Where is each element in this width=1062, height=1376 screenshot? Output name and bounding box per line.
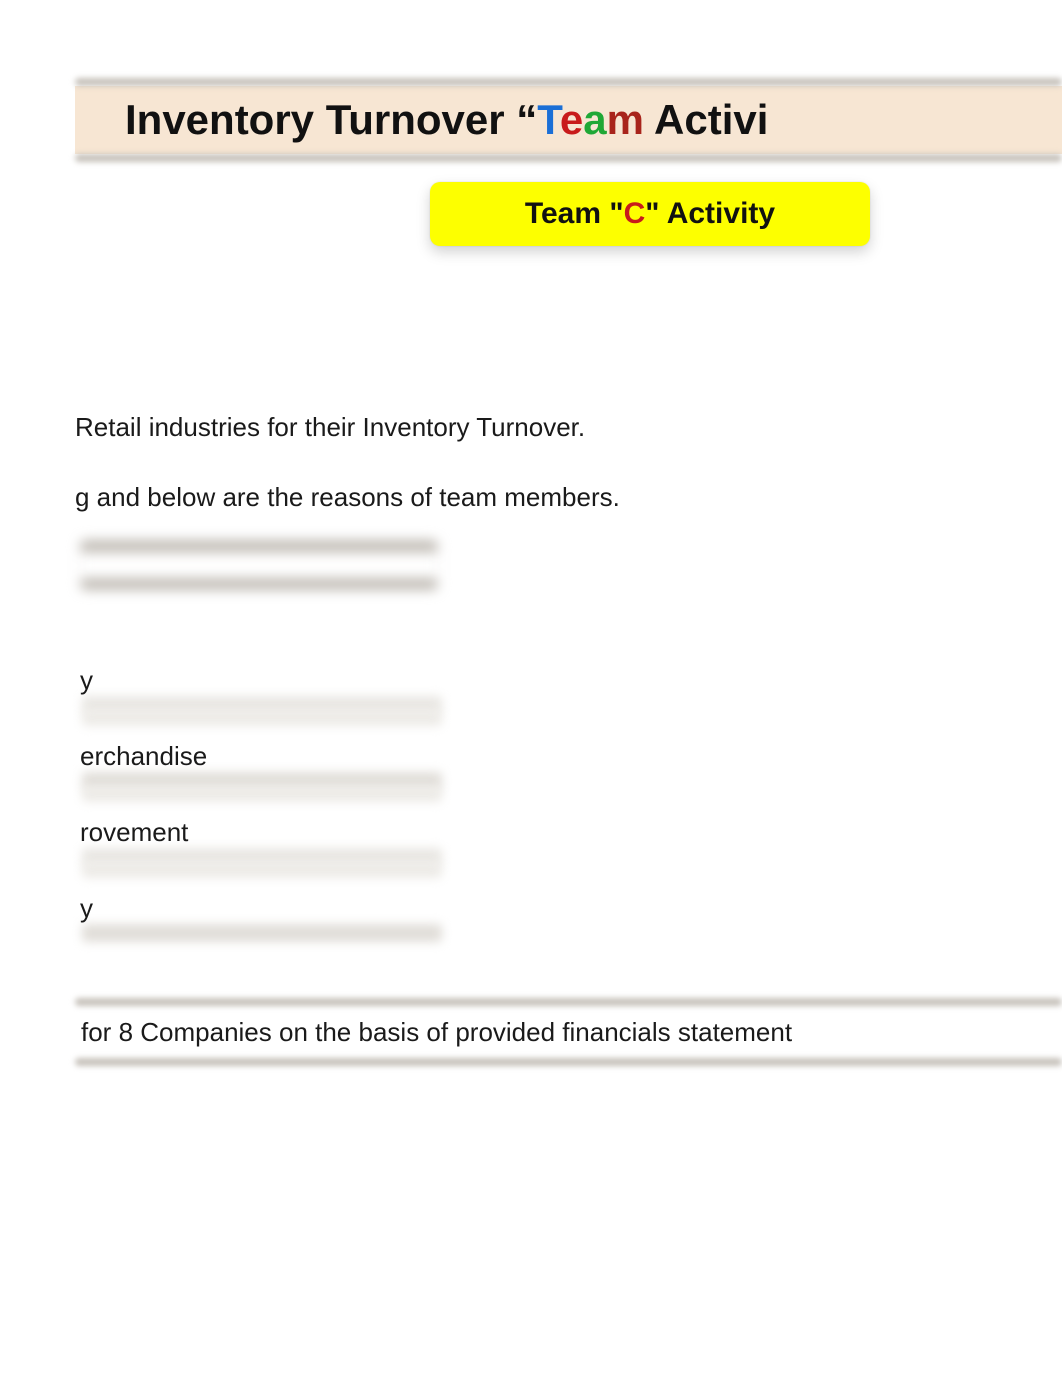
list-separator — [82, 862, 442, 878]
header-band-bottom-rule — [75, 154, 1062, 162]
team-letter-a: a — [583, 96, 606, 143]
page-title: Inventory Turnover “Team Activi — [125, 96, 768, 144]
team-letter-e: e — [560, 96, 583, 143]
team-activity-badge: Team "C" Activity — [430, 182, 870, 246]
list-item-text: erchandise — [80, 741, 207, 772]
section-band-top-rule — [75, 998, 1062, 1006]
badge-letter: C — [624, 197, 646, 231]
title-suffix: Activi — [644, 96, 768, 143]
blurred-section-header — [80, 540, 438, 600]
section-band-content: for 8 Companies on the basis of provided… — [75, 1006, 1062, 1058]
blurred-rule-bottom — [80, 578, 438, 590]
section-text: for 8 Companies on the basis of provided… — [81, 1017, 792, 1048]
header-band: Inventory Turnover “Team Activi — [75, 78, 1062, 162]
badge-prefix: Team " — [525, 197, 624, 231]
list-item: y — [72, 650, 442, 710]
list-item-text: rovement — [80, 817, 188, 848]
list-separator — [82, 710, 442, 726]
team-letter-m: m — [607, 96, 644, 143]
header-band-content: Inventory Turnover “Team Activi — [75, 86, 1062, 154]
title-prefix: Inventory Turnover “ — [125, 96, 537, 143]
body-line-2: g and below are the reasons of team memb… — [75, 482, 620, 513]
body-line-1: Retail industries for their Inventory Tu… — [75, 412, 585, 443]
list-item-text: y — [80, 893, 93, 924]
team-letter-t: T — [537, 96, 560, 143]
badge-suffix: " Activity — [645, 197, 775, 231]
list-item: y — [72, 878, 442, 938]
reasons-list: y erchandise rovement y — [72, 650, 442, 938]
list-item: erchandise — [72, 726, 442, 786]
list-separator — [82, 786, 442, 802]
list-item-text: y — [80, 665, 93, 696]
section-band: for 8 Companies on the basis of provided… — [75, 998, 1062, 1066]
list-item: rovement — [72, 802, 442, 862]
header-band-top-rule — [75, 78, 1062, 86]
section-band-bottom-rule — [75, 1058, 1062, 1066]
